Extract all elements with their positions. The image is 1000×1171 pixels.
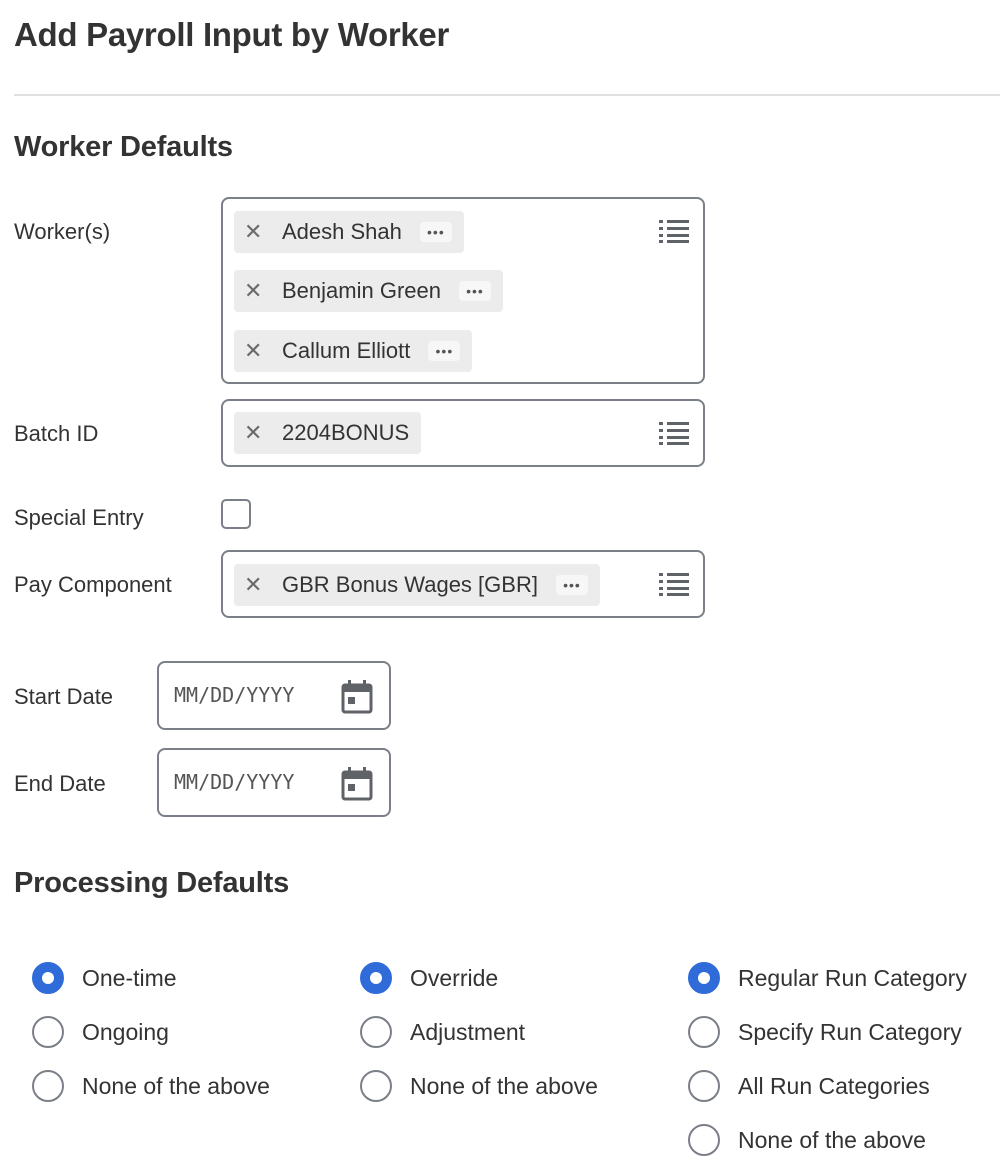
workers-prompt-field[interactable]: ✕ Adesh Shah ••• ✕ Benjamin Green ••• ✕ … xyxy=(221,197,705,384)
radio-label: All Run Categories xyxy=(738,1072,930,1099)
close-icon[interactable]: ✕ xyxy=(244,280,272,302)
list-icon[interactable] xyxy=(659,421,689,445)
list-icon[interactable] xyxy=(659,572,689,596)
pay-component-value: GBR Bonus Wages [GBR] xyxy=(282,572,538,597)
radio-label: None of the above xyxy=(410,1072,598,1099)
pay-component-label: Pay Component xyxy=(14,572,172,597)
pay-component-pill[interactable]: ✕ GBR Bonus Wages [GBR] ••• xyxy=(234,564,600,606)
batch-id-prompt-field[interactable]: ✕ 2204BONUS xyxy=(221,399,705,467)
start-date-label: Start Date xyxy=(14,684,114,709)
batch-id-value: 2204BONUS xyxy=(282,420,410,445)
radio-label: Specify Run Category xyxy=(738,1018,962,1045)
close-icon[interactable]: ✕ xyxy=(244,574,272,596)
more-icon[interactable]: ••• xyxy=(458,281,491,301)
radio-label: None of the above xyxy=(738,1126,926,1153)
worker-pill-label: Adesh Shah xyxy=(282,219,402,244)
batch-id-pill[interactable]: ✕ 2204BONUS xyxy=(234,412,422,454)
radio-button[interactable] xyxy=(32,962,64,994)
worker-pill[interactable]: ✕ Benjamin Green ••• xyxy=(234,270,503,312)
worker-pill-label: Callum Elliott xyxy=(282,338,411,363)
header-divider xyxy=(14,94,1000,96)
radio-label: Ongoing xyxy=(82,1018,169,1045)
radio-label: One-time xyxy=(82,964,177,991)
radio-option-specify-run-category[interactable]: Specify Run Category xyxy=(688,1016,962,1048)
radio-button[interactable] xyxy=(688,1016,720,1048)
radio-label: Regular Run Category xyxy=(738,964,967,991)
radio-button[interactable] xyxy=(360,962,392,994)
list-icon[interactable] xyxy=(659,219,689,243)
radio-button[interactable] xyxy=(688,962,720,994)
close-icon[interactable]: ✕ xyxy=(244,340,272,362)
radio-option-ongoing[interactable]: Ongoing xyxy=(32,1016,169,1048)
workers-label: Worker(s) xyxy=(14,219,111,244)
radio-label: Adjustment xyxy=(410,1018,526,1045)
radio-button[interactable] xyxy=(688,1124,720,1156)
worker-pill-label: Benjamin Green xyxy=(282,278,441,303)
radio-label: Override xyxy=(410,964,499,991)
start-date-placeholder: MM/DD/YYYY xyxy=(174,683,295,707)
worker-pill[interactable]: ✕ Adesh Shah ••• xyxy=(234,211,464,253)
radio-option-frequency-none[interactable]: None of the above xyxy=(32,1070,270,1102)
end-date-label: End Date xyxy=(14,771,106,796)
more-icon[interactable]: ••• xyxy=(555,575,588,595)
more-icon[interactable]: ••• xyxy=(428,341,461,361)
special-entry-checkbox[interactable] xyxy=(221,499,251,529)
radio-option-run-category-none[interactable]: None of the above xyxy=(688,1124,926,1156)
page-title: Add Payroll Input by Worker xyxy=(14,16,450,53)
radio-button[interactable] xyxy=(360,1070,392,1102)
close-icon[interactable]: ✕ xyxy=(244,221,272,243)
batch-id-label: Batch ID xyxy=(14,421,99,446)
radio-option-override[interactable]: Override xyxy=(360,962,498,994)
more-icon[interactable]: ••• xyxy=(419,222,452,242)
calendar-icon[interactable] xyxy=(340,766,374,802)
radio-option-all-run-categories[interactable]: All Run Categories xyxy=(688,1070,930,1102)
radio-option-input-type-none[interactable]: None of the above xyxy=(360,1070,598,1102)
radio-button[interactable] xyxy=(688,1070,720,1102)
worker-pill[interactable]: ✕ Callum Elliott ••• xyxy=(234,330,473,372)
radio-button[interactable] xyxy=(32,1070,64,1102)
radio-option-regular-run-category[interactable]: Regular Run Category xyxy=(688,962,967,994)
radio-button[interactable] xyxy=(32,1016,64,1048)
close-icon[interactable]: ✕ xyxy=(244,422,272,444)
pay-component-prompt-field[interactable]: ✕ GBR Bonus Wages [GBR] ••• xyxy=(221,550,705,618)
special-entry-label: Special Entry xyxy=(14,505,144,530)
radio-label: None of the above xyxy=(82,1072,270,1099)
radio-option-adjustment[interactable]: Adjustment xyxy=(360,1016,525,1048)
section-title-worker-defaults: Worker Defaults xyxy=(14,131,233,163)
radio-option-one-time[interactable]: One-time xyxy=(32,962,177,994)
end-date-input[interactable]: MM/DD/YYYY xyxy=(157,748,391,817)
start-date-input[interactable]: MM/DD/YYYY xyxy=(157,661,391,730)
radio-button[interactable] xyxy=(360,1016,392,1048)
end-date-placeholder: MM/DD/YYYY xyxy=(174,770,295,794)
section-title-processing-defaults: Processing Defaults xyxy=(14,867,290,899)
calendar-icon[interactable] xyxy=(340,679,374,715)
